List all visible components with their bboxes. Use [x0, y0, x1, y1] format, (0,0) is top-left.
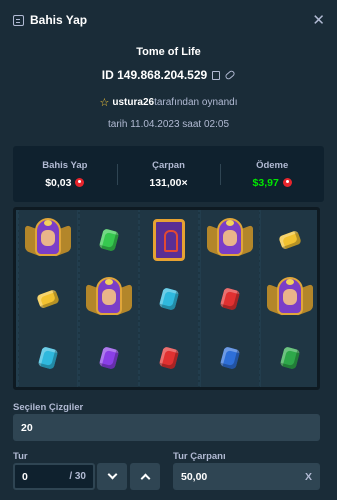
gem-darkgreen-symbol	[263, 331, 317, 385]
stat-bet-value: $0,03	[45, 176, 72, 189]
bet-id-row: ID 149.868.204.529	[0, 68, 337, 82]
rounds-input[interactable]	[22, 470, 62, 483]
gem-yellow-symbol	[263, 213, 317, 267]
gem-green-symbol	[82, 213, 136, 267]
stat-payout-label: Ödeme	[256, 159, 289, 171]
gem-purple-symbol	[82, 331, 136, 385]
bet-info: Tome of Life ID 149.868.204.529 ☆ ustura…	[0, 46, 337, 130]
gem-blue-symbol	[21, 331, 75, 385]
reel-column	[140, 210, 198, 387]
reel-column	[261, 210, 317, 387]
star-icon: ☆	[99, 97, 110, 109]
gem-yellow-symbol	[21, 272, 75, 326]
pharaoh-symbol	[82, 272, 136, 326]
username[interactable]: ustura26	[112, 97, 154, 108]
rounds-decrement-button[interactable]	[97, 463, 127, 490]
stat-bet-value-row: $0,03	[13, 177, 117, 189]
lines-value: 20	[21, 421, 33, 434]
stat-bet: Bahis Yap $0,03	[13, 160, 117, 189]
pharaoh-symbol	[203, 213, 257, 267]
header-title-group: Bahis Yap	[13, 13, 87, 27]
chevron-up-icon	[140, 473, 150, 484]
bet-id: ID 149.868.204.529	[101, 68, 208, 82]
gem-red-symbol	[142, 331, 196, 385]
modal-title: Bahis Yap	[30, 13, 88, 27]
stat-multiplier-value: 131,00×	[149, 176, 188, 189]
pharaoh-symbol	[21, 213, 75, 267]
modal-header: Bahis Yap ✕	[0, 0, 337, 40]
currency-icon	[282, 178, 292, 187]
stat-payout: Ödeme $3,97	[220, 160, 324, 189]
chevron-down-icon	[107, 469, 117, 480]
rounds-label: Tur	[13, 451, 28, 462]
stat-payout-value: $3,97	[252, 176, 279, 189]
ticket-icon	[13, 14, 24, 26]
rounds-max: / 30	[69, 471, 86, 482]
stat-multiplier: Çarpan 131,00×	[116, 159, 221, 189]
gem-blue-symbol	[142, 272, 196, 326]
date-text: tarih 11.04.2023 saat 02:05	[107, 119, 230, 130]
round-multiplier-value: 50,00	[181, 470, 208, 483]
stat-bet-label: Bahis Yap	[42, 159, 88, 171]
round-multiplier-label: Tur Çarpanı	[173, 451, 226, 462]
gem-darkblue-symbol	[203, 331, 257, 385]
stats-panel: Bahis Yap $0,03 Çarpan 131,00× Ödeme $3,…	[13, 146, 324, 202]
stat-payout-value-row: $3,97	[220, 177, 324, 189]
lines-field: 20	[13, 414, 320, 441]
round-multiplier-field: 50,00 X	[173, 463, 320, 490]
player-row: ☆ ustura26 tarafından oynandı	[0, 96, 337, 109]
stat-multiplier-label: Çarpan	[152, 159, 185, 171]
rounds-field[interactable]: / 30	[13, 463, 95, 490]
played-by-text: tarafından oynandı	[154, 97, 238, 108]
currency-icon	[75, 178, 85, 187]
slot-reels	[13, 207, 320, 390]
multiplier-x-suffix: X	[304, 470, 312, 483]
close-icon[interactable]: ✕	[312, 13, 325, 28]
game-title[interactable]: Tome of Life	[0, 46, 337, 58]
rounds-increment-button[interactable]	[130, 463, 160, 490]
copy-icon[interactable]	[212, 70, 221, 80]
gem-red-symbol	[203, 272, 257, 326]
reel-column	[201, 210, 259, 387]
pharaoh-symbol	[263, 272, 317, 326]
reel-column	[19, 210, 77, 387]
lines-label: Seçilen Çizgiler	[13, 402, 84, 413]
reel-column	[80, 210, 138, 387]
book-symbol	[142, 213, 196, 267]
link-icon[interactable]	[224, 69, 236, 81]
